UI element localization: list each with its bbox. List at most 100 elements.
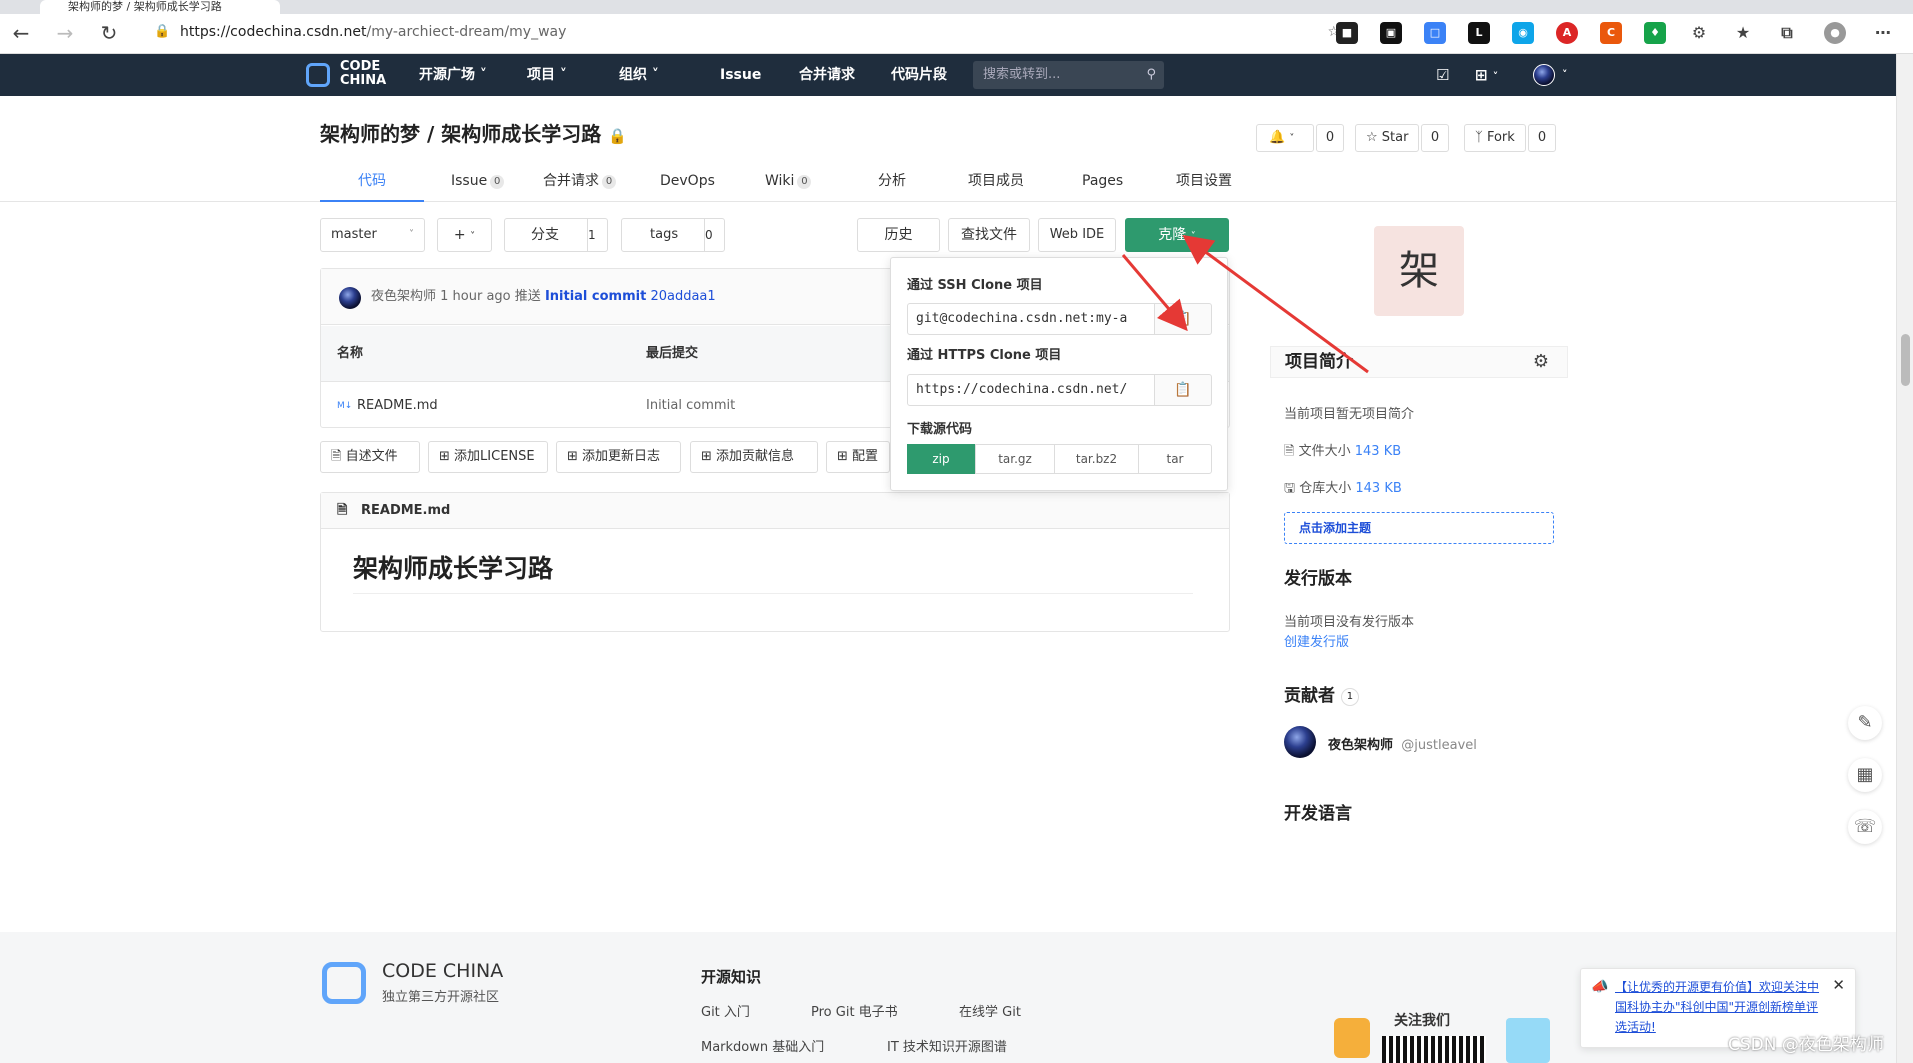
- star-button[interactable]: ☆ Star: [1355, 124, 1419, 152]
- collections-icon[interactable]: ⧉: [1776, 22, 1798, 44]
- nav-projects[interactable]: 项目 ˅: [527, 54, 567, 96]
- tab-pages[interactable]: Pages: [1082, 166, 1123, 202]
- adblock-icon[interactable]: A: [1556, 22, 1578, 44]
- favorites-icon[interactable]: ★: [1732, 22, 1754, 44]
- create-release-link[interactable]: 创建发行版: [1284, 631, 1349, 650]
- reload-icon[interactable]: ↻: [96, 20, 122, 46]
- gear-icon[interactable]: ⚙: [1533, 347, 1549, 377]
- commit-hash-link[interactable]: 20addaa1: [650, 289, 715, 304]
- scroll-thumb[interactable]: [1901, 334, 1910, 386]
- add-dropdown-button[interactable]: + ˅: [437, 218, 492, 252]
- nav-merge-requests[interactable]: 合并请求: [799, 54, 855, 96]
- csdn-extension-icon[interactable]: C: [1600, 22, 1622, 44]
- fork-button[interactable]: ᛉ Fork: [1464, 124, 1526, 152]
- tab-analytics[interactable]: 分析: [878, 166, 906, 202]
- footer-link-it-graph[interactable]: IT 技术知识开源图谱: [887, 1036, 1007, 1055]
- edit-icon[interactable]: ✎: [1848, 706, 1882, 740]
- address-bar[interactable]: 🔒 https://codechina.csdn.net/my-archiect…: [140, 18, 1350, 46]
- star-count[interactable]: 0: [1421, 124, 1449, 152]
- tab-code[interactable]: 代码: [320, 166, 424, 202]
- download-tarbz2-button[interactable]: tar.bz2: [1054, 444, 1139, 474]
- footer-link-git-intro[interactable]: Git 入门: [701, 1001, 750, 1020]
- browser-tab[interactable]: 架构师的梦 / 架构师成长学习路: [40, 0, 280, 14]
- tab-members[interactable]: 项目成员: [968, 166, 1024, 202]
- plus-square-icon: ⊞: [701, 449, 712, 464]
- add-license-button[interactable]: ⊞ 添加LICENSE: [428, 441, 548, 473]
- extension-icon[interactable]: ♦: [1644, 22, 1666, 44]
- history-button[interactable]: 历史: [857, 218, 940, 252]
- extension-icon[interactable]: ■: [1336, 22, 1358, 44]
- tab-issue[interactable]: Issue 0: [451, 166, 505, 202]
- commit-message-link[interactable]: Initial commit: [545, 289, 646, 304]
- find-file-button[interactable]: 查找文件: [948, 218, 1030, 252]
- todo-icon[interactable]: ☑: [1436, 54, 1449, 96]
- extension-icon[interactable]: ◉: [1512, 22, 1534, 44]
- copy-ssh-button[interactable]: 📋: [1154, 303, 1212, 335]
- watch-count[interactable]: 0: [1316, 124, 1344, 152]
- nav-snippets[interactable]: 代码片段: [891, 54, 947, 96]
- commit-author[interactable]: 夜色架构师: [371, 289, 436, 304]
- nav-explore[interactable]: 开源广场 ˅: [419, 54, 487, 96]
- extension-icon[interactable]: ▣: [1380, 22, 1402, 44]
- chevron-down-icon: ˅: [651, 67, 659, 83]
- footer-link-markdown[interactable]: Markdown 基础入门: [701, 1036, 824, 1055]
- extension-icon[interactable]: L: [1468, 22, 1490, 44]
- add-readme-button[interactable]: 🗎 自述文件: [320, 441, 420, 473]
- contributor-avatar[interactable]: [1284, 726, 1316, 758]
- file-icon: 🗎: [337, 503, 348, 518]
- headset-icon[interactable]: ☏: [1848, 810, 1882, 844]
- add-topic-button[interactable]: 点击添加主题: [1284, 512, 1554, 544]
- file-icon: 🗎: [331, 449, 342, 464]
- back-icon[interactable]: ←: [8, 20, 34, 46]
- copy-https-button[interactable]: 📋: [1154, 374, 1212, 406]
- qrcode-icon[interactable]: ▦: [1848, 758, 1882, 792]
- puzzle-icon[interactable]: ⚙: [1688, 22, 1710, 44]
- logo-text[interactable]: CODE CHINA: [340, 60, 386, 88]
- ssh-url-field[interactable]: git@codechina.csdn.net:my-a: [907, 303, 1155, 335]
- no-intro-text: 当前项目暂无项目简介: [1284, 407, 1415, 422]
- tab-settings[interactable]: 项目设置: [1176, 166, 1232, 202]
- chevron-down-icon[interactable]: ˅: [1562, 54, 1568, 96]
- footer-link-learn-git[interactable]: 在线学 Git: [959, 1001, 1021, 1020]
- forward-icon[interactable]: →: [52, 20, 78, 46]
- add-changelog-button[interactable]: ⊞ 添加更新日志: [556, 441, 681, 473]
- profile-icon[interactable]: ●: [1824, 22, 1846, 44]
- user-avatar[interactable]: [1533, 64, 1555, 86]
- extension-icon[interactable]: □: [1424, 22, 1446, 44]
- author-avatar[interactable]: [339, 287, 361, 309]
- scrollbar[interactable]: [1896, 54, 1913, 1063]
- https-url-field[interactable]: https://codechina.csdn.net/: [907, 374, 1155, 406]
- add-contributing-button[interactable]: ⊞ 添加贡献信息: [690, 441, 818, 473]
- file-name-link[interactable]: README.md: [357, 383, 438, 429]
- codechina-logo-icon[interactable]: [306, 63, 330, 87]
- plus-square-icon[interactable]: ⊞ ˅: [1475, 54, 1498, 96]
- search-input[interactable]: 搜索或转到... ⚲: [973, 61, 1164, 89]
- close-icon[interactable]: ✕: [1832, 975, 1845, 995]
- nav-groups[interactable]: 组织 ˅: [619, 54, 659, 96]
- branch-select[interactable]: master ˅: [320, 218, 425, 252]
- download-tar-button[interactable]: tar: [1138, 444, 1212, 474]
- tags-button[interactable]: tags 0: [621, 218, 725, 252]
- more-icon[interactable]: ⋯: [1872, 22, 1894, 44]
- footer-link-pro-git[interactable]: Pro Git 电子书: [811, 1001, 898, 1020]
- download-targz-button[interactable]: tar.gz: [975, 444, 1055, 474]
- footer-tagline: 独立第三方开源社区: [382, 990, 500, 1005]
- search-icon[interactable]: ⚲: [1146, 61, 1156, 89]
- notice-link[interactable]: 【让优秀的开源更有价值】欢迎关注中国科协主办"科创中国"开源创新榜单评选活动!: [1615, 980, 1819, 1034]
- tab-merge-requests[interactable]: 合并请求 0: [543, 166, 616, 202]
- contributor-name[interactable]: 夜色架构师: [1328, 738, 1393, 753]
- plus-square-icon: ⊞: [837, 449, 848, 464]
- tab-devops[interactable]: DevOps: [660, 166, 715, 202]
- contributor-row[interactable]: 夜色架构师 @justleavel: [1328, 734, 1477, 753]
- branches-button[interactable]: 分支 1: [504, 218, 608, 252]
- add-config-button[interactable]: ⊞ 配置: [826, 441, 890, 473]
- web-ide-button[interactable]: Web IDE: [1038, 218, 1116, 252]
- readme-filename[interactable]: README.md: [361, 503, 450, 518]
- nav-issue[interactable]: Issue: [720, 54, 761, 96]
- file-last-commit[interactable]: Initial commit: [646, 383, 735, 429]
- watch-button[interactable]: 🔔 ˅: [1256, 124, 1314, 152]
- fork-count[interactable]: 0: [1528, 124, 1556, 152]
- clone-button[interactable]: 克隆 ˅: [1125, 218, 1229, 252]
- download-zip-button[interactable]: zip: [907, 444, 975, 474]
- tab-wiki[interactable]: Wiki 0: [765, 166, 812, 202]
